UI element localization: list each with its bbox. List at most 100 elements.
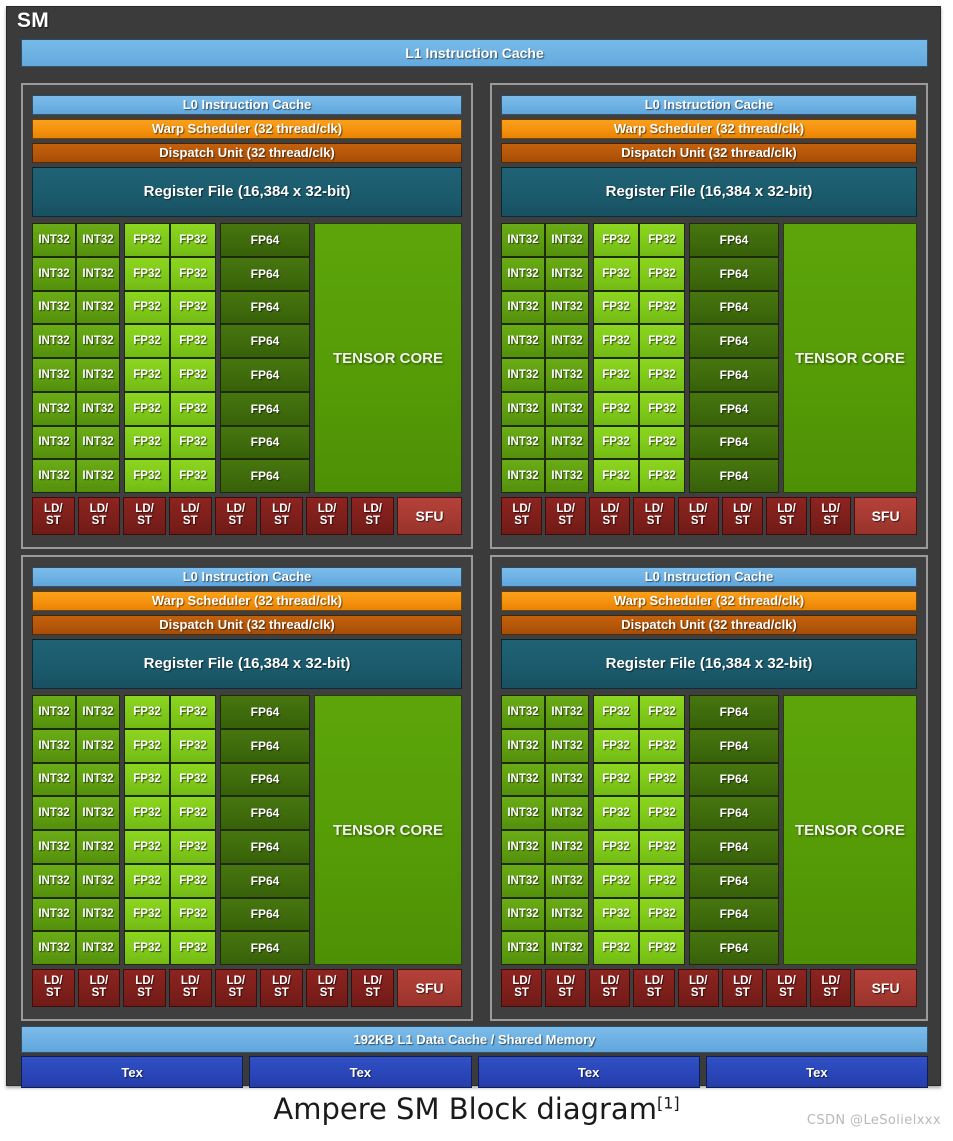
- int32-core-cell: INT32: [501, 762, 545, 797]
- ldst-label-bottom: ST: [690, 987, 706, 999]
- core-array-area: INT32 INT32 INT32 INT32 INT32 INT32 INT32 INT32…: [501, 223, 917, 537]
- int32-core-cell: INT32: [32, 931, 76, 965]
- ldst-label-bottom: ST: [45, 515, 61, 527]
- ldst-label-bottom: ST: [602, 987, 618, 999]
- caption-reference: [1]: [656, 1093, 680, 1113]
- ldst-label-bottom: ST: [137, 987, 152, 999]
- fp64-core-cell: FP64: [689, 931, 779, 965]
- fp32-core-cell: FP32: [170, 459, 216, 493]
- int32-core-cell: INT32: [76, 358, 120, 392]
- int32-core-cell: INT32: [545, 459, 589, 493]
- fp64-core-cell: FP64: [689, 324, 779, 358]
- ldst-label-bottom: ST: [558, 987, 574, 999]
- load-store-unit: LD/ST: [351, 969, 394, 1007]
- register-file-block: Register File (16,384 x 32-bit): [501, 167, 917, 217]
- fp64-core-group: FP64 FP64 FP64 FP64 FP64 FP64 FP64 FP64: [689, 695, 779, 965]
- int32-core-cell: INT32: [76, 897, 120, 932]
- int32-core-cell: INT32: [32, 863, 76, 898]
- load-store-unit: LD/ST: [305, 497, 349, 535]
- int32-core-cell: INT32: [501, 391, 545, 426]
- ldst-label-bottom: ST: [45, 987, 61, 999]
- int32-core-column: INT32 INT32 INT32 INT32 INT32 INT32 INT32 INT32: [545, 223, 589, 493]
- fp64-core-cell: FP64: [689, 830, 779, 864]
- warp-scheduler-block: Warp Scheduler (32 thread/clk): [501, 119, 917, 139]
- int32-core-cell: INT32: [76, 695, 120, 729]
- load-store-unit: LD/ST: [677, 497, 719, 535]
- l0-instruction-cache-block: L0 Instruction Cache: [32, 567, 462, 587]
- fp32-core-cell: FP32: [170, 425, 216, 460]
- fp32-core-cell: FP32: [170, 223, 216, 257]
- fp32-core-cell: FP32: [593, 796, 639, 830]
- int32-core-cell: INT32: [32, 796, 76, 830]
- fp32-core-cell: FP32: [170, 391, 216, 426]
- int32-core-cell: INT32: [32, 324, 76, 358]
- int32-core-cell: INT32: [501, 796, 545, 830]
- fp32-core-cell: FP32: [593, 762, 639, 797]
- watermark: CSDN @LeSolielxxx: [806, 1113, 941, 1128]
- fp32-core-cell: FP32: [124, 796, 170, 830]
- fp64-core-column: FP64 FP64 FP64 FP64 FP64 FP64 FP64 FP64: [220, 223, 310, 493]
- fp32-core-cell: FP32: [639, 459, 685, 493]
- fp32-core-group: FP32 FP32 FP32 FP32 FP32 FP32 FP32 FP32 FP32 FP32…: [593, 695, 685, 965]
- fp32-core-group: FP32 FP32 FP32 FP32 FP32 FP32 FP32 FP32 FP32 FP32…: [593, 223, 685, 493]
- ldst-label-bottom: ST: [514, 515, 529, 527]
- dispatch-unit-block: Dispatch Unit (32 thread/clk): [501, 143, 917, 163]
- fp64-core-group: FP64 FP64 FP64 FP64 FP64 FP64 FP64 FP64: [220, 223, 310, 493]
- int32-core-cell: INT32: [76, 425, 120, 460]
- load-store-sfu-row: LD/ST LD/ST LD/ST LD/ST LD/ST LD/ST LD/ST LD/ST…: [501, 497, 917, 535]
- processing-block-3: L0 Instruction Cache Warp Scheduler (32 t…: [490, 555, 928, 1021]
- int32-core-cell: INT32: [545, 358, 589, 392]
- fp32-core-cell: FP32: [170, 324, 216, 358]
- fp64-core-cell: FP64: [220, 358, 310, 392]
- int32-core-cell: INT32: [501, 223, 545, 257]
- tex-unit-block: Tex: [21, 1056, 244, 1088]
- int32-core-cell: INT32: [501, 256, 545, 291]
- int32-core-column: INT32 INT32 INT32 INT32 INT32 INT32 INT32 INT32: [76, 695, 120, 965]
- core-array-area: INT32 INT32 INT32 INT32 INT32 INT32 INT32 INT32…: [32, 223, 462, 537]
- fp32-core-column: FP32 FP32 FP32 FP32 FP32 FP32 FP32 FP32: [639, 223, 685, 493]
- sfu-block: SFU: [854, 497, 917, 535]
- core-columns: INT32 INT32 INT32 INT32 INT32 INT32 INT32 INT32…: [501, 223, 917, 493]
- warp-scheduler-block: Warp Scheduler (32 thread/clk): [501, 591, 917, 611]
- int32-core-cell: INT32: [501, 358, 545, 392]
- ldst-label-bottom: ST: [91, 987, 107, 999]
- int32-core-cell: INT32: [545, 796, 589, 830]
- fp32-core-cell: FP32: [124, 425, 170, 460]
- int32-core-cell: INT32: [501, 324, 545, 358]
- fp64-core-cell: FP64: [220, 931, 310, 965]
- int32-core-cell: INT32: [32, 897, 76, 932]
- fp64-core-column: FP64 FP64 FP64 FP64 FP64 FP64 FP64 FP64: [689, 223, 779, 493]
- int32-core-cell: INT32: [76, 391, 120, 426]
- ldst-label-bottom: ST: [319, 515, 335, 527]
- int32-core-cell: INT32: [76, 830, 120, 864]
- ldst-label-bottom: ST: [779, 987, 794, 999]
- dispatch-unit-block: Dispatch Unit (32 thread/clk): [32, 143, 462, 163]
- load-store-unit: LD/ST: [765, 969, 808, 1007]
- fp32-core-cell: FP32: [639, 324, 685, 358]
- dispatch-unit-block: Dispatch Unit (32 thread/clk): [32, 615, 462, 635]
- tensor-core-block: TENSOR CORE: [314, 223, 462, 493]
- fp32-core-column: FP32 FP32 FP32 FP32 FP32 FP32 FP32 FP32: [124, 223, 170, 493]
- int32-core-column: INT32 INT32 INT32 INT32 INT32 INT32 INT32 INT32: [32, 223, 76, 493]
- load-store-unit: LD/ST: [501, 969, 543, 1007]
- sfu-block: SFU: [397, 497, 462, 535]
- fp64-core-group: FP64 FP64 FP64 FP64 FP64 FP64 FP64 FP64: [689, 223, 779, 493]
- fp64-core-cell: FP64: [689, 728, 779, 763]
- int32-core-column: INT32 INT32 INT32 INT32 INT32 INT32 INT32 INT32: [501, 695, 545, 965]
- load-store-sfu-row: LD/ST LD/ST LD/ST LD/ST LD/ST LD/ST LD/ST LD/ST…: [32, 497, 462, 535]
- fp32-core-cell: FP32: [593, 223, 639, 257]
- fp32-core-column: FP32 FP32 FP32 FP32 FP32 FP32 FP32 FP32: [170, 223, 216, 493]
- tex-unit-block: Tex: [705, 1056, 928, 1088]
- fp64-core-cell: FP64: [220, 863, 310, 898]
- int32-core-cell: INT32: [76, 324, 120, 358]
- int32-core-cell: INT32: [76, 256, 120, 291]
- fp32-core-cell: FP32: [639, 391, 685, 426]
- fp32-core-cell: FP32: [124, 863, 170, 898]
- fp32-core-cell: FP32: [593, 290, 639, 325]
- int32-core-cell: INT32: [545, 762, 589, 797]
- int32-core-cell: INT32: [76, 290, 120, 325]
- fp64-core-cell: FP64: [689, 459, 779, 493]
- fp64-core-cell: FP64: [220, 762, 310, 797]
- fp32-core-cell: FP32: [124, 290, 170, 325]
- fp32-core-cell: FP32: [593, 459, 639, 493]
